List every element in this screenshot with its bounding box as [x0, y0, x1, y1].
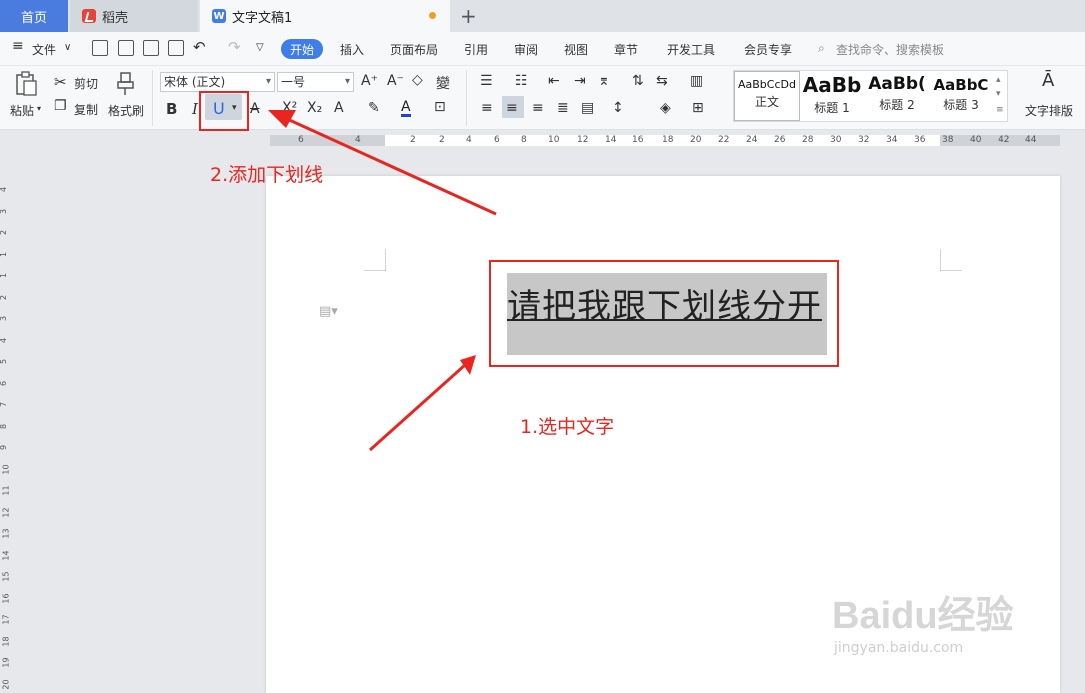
annotation-step2: 2.添加下划线 [210, 164, 324, 186]
baidu-watermark: Baidu经验 jingyan.baidu.com [832, 578, 1032, 668]
watermark-brand: Baidu经验 [832, 595, 1014, 637]
arrow-head-step2 [268, 110, 296, 128]
watermark-url: jingyan.baidu.com [834, 640, 964, 656]
annotation-step1: 1.选中文字 [520, 416, 615, 438]
arrow-head-step1 [460, 355, 476, 375]
arrow-line-step1 [368, 363, 467, 452]
